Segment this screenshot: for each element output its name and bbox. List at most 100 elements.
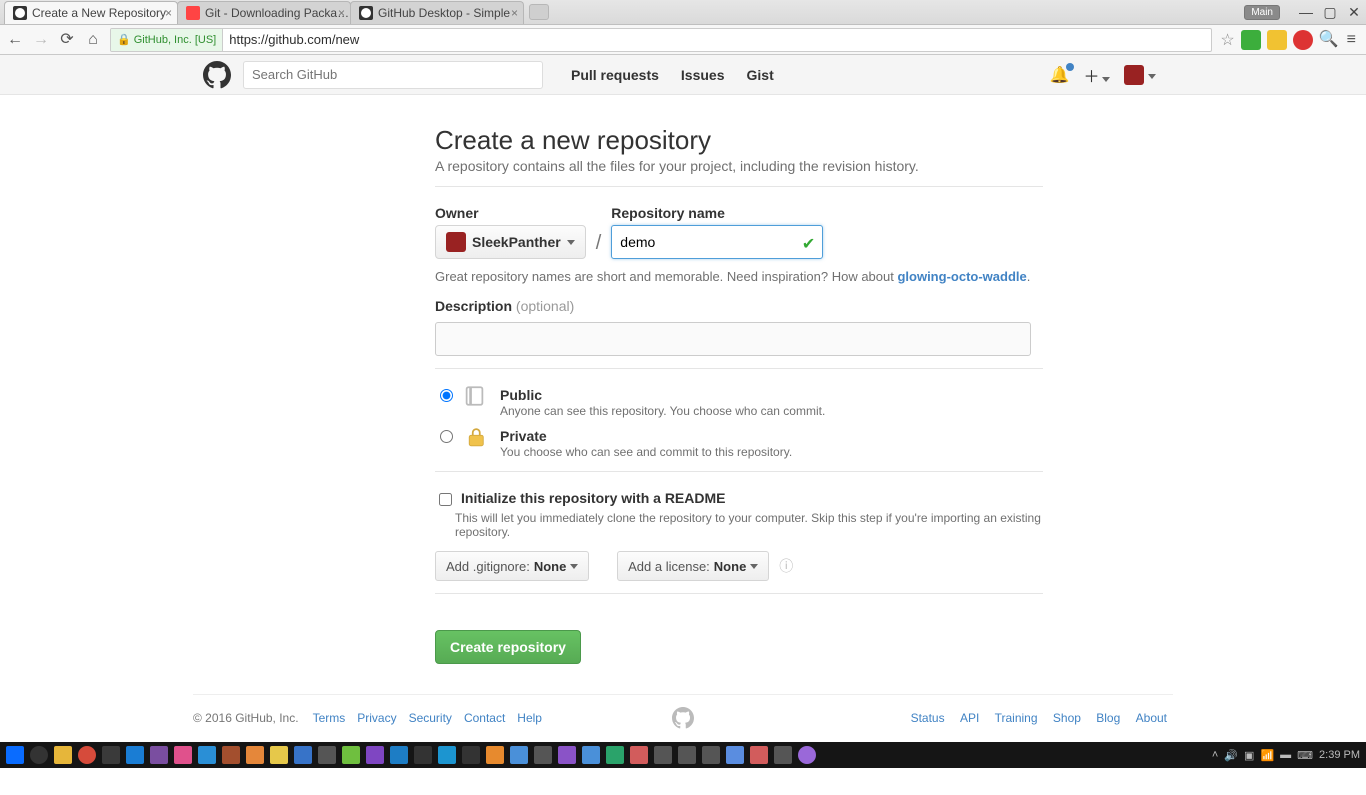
visibility-private-option[interactable]: Private You choose who can see and commi… xyxy=(435,428,1043,459)
taskbar-app-icon[interactable] xyxy=(510,746,528,764)
cortana-icon[interactable] xyxy=(30,746,48,764)
tab-close-icon[interactable]: × xyxy=(338,6,345,20)
window-close-icon[interactable]: ✕ xyxy=(1342,4,1366,21)
taskbar-app-icon[interactable] xyxy=(414,746,432,764)
browser-tab[interactable]: GitHub Desktop - Simple × xyxy=(350,1,524,24)
readme-desc: This will let you immediately clone the … xyxy=(455,511,1043,539)
footer-link[interactable]: Status xyxy=(911,711,945,725)
new-tab-button[interactable] xyxy=(529,4,549,20)
owner-select-button[interactable]: SleekPanther xyxy=(435,225,586,259)
adblock-extension-icon[interactable] xyxy=(1293,30,1313,50)
github-logo-icon[interactable] xyxy=(203,61,231,89)
private-radio[interactable] xyxy=(440,430,453,443)
file-explorer-icon[interactable] xyxy=(54,746,72,764)
taskbar-app-icon[interactable] xyxy=(534,746,552,764)
input-icon[interactable]: ⌨ xyxy=(1297,749,1313,762)
footer-link[interactable]: Shop xyxy=(1053,711,1081,725)
taskbar-app-icon[interactable] xyxy=(486,746,504,764)
site-search-input[interactable] xyxy=(243,61,543,89)
chrome-icon[interactable] xyxy=(78,746,96,764)
taskbar-app-icon[interactable] xyxy=(438,746,456,764)
browser-menu-icon[interactable]: ≡ xyxy=(1343,31,1360,49)
tray-expand-icon[interactable]: ˄ xyxy=(1212,749,1218,761)
readme-option[interactable]: Initialize this repository with a README xyxy=(435,490,1043,509)
clock[interactable]: 2:39 PM xyxy=(1319,749,1360,761)
taskbar-app-icon[interactable] xyxy=(390,746,408,764)
taskbar-app-icon[interactable] xyxy=(342,746,360,764)
address-bar[interactable]: 🔒 GitHub, Inc. [US] https://github.com/n… xyxy=(110,28,1212,52)
taskbar-app-icon[interactable] xyxy=(678,746,696,764)
footer-link[interactable]: Privacy xyxy=(357,711,396,725)
footer-link[interactable]: Security xyxy=(409,711,452,725)
create-repository-button[interactable]: Create repository xyxy=(435,630,581,664)
tab-close-icon[interactable]: × xyxy=(511,6,518,20)
taskbar-app-icon[interactable] xyxy=(174,746,192,764)
start-icon[interactable] xyxy=(6,746,24,764)
forward-icon[interactable]: → xyxy=(32,32,50,48)
browser-tab-active[interactable]: Create a New Repository × xyxy=(4,1,178,24)
taskbar-app-icon[interactable] xyxy=(750,746,768,764)
taskbar-app-icon[interactable] xyxy=(246,746,264,764)
description-input[interactable] xyxy=(435,322,1031,356)
network-icon[interactable]: 📶 xyxy=(1260,749,1274,762)
footer-link[interactable]: Help xyxy=(517,711,542,725)
user-menu[interactable] xyxy=(1117,65,1163,85)
license-dropdown[interactable]: Add a license: None xyxy=(617,551,769,581)
home-icon[interactable]: ⌂ xyxy=(84,32,102,48)
github-logo-icon[interactable] xyxy=(672,707,694,729)
footer-link[interactable]: About xyxy=(1136,711,1167,725)
taskbar-app-icon[interactable] xyxy=(774,746,792,764)
extension-icon[interactable] xyxy=(1267,30,1287,50)
visibility-public-option[interactable]: Public Anyone can see this repository. Y… xyxy=(435,387,1043,418)
search-icon[interactable]: 🔍 xyxy=(1319,32,1337,48)
taskbar-app-icon[interactable] xyxy=(630,746,648,764)
taskbar-app-icon[interactable] xyxy=(558,746,576,764)
footer-link[interactable]: Terms xyxy=(313,711,346,725)
footer-link[interactable]: Blog xyxy=(1096,711,1120,725)
gitignore-dropdown[interactable]: Add .gitignore: None xyxy=(435,551,589,581)
taskbar-app-icon[interactable] xyxy=(222,746,240,764)
windows-taskbar[interactable]: ˄ 🔊 ▣ 📶 ▬ ⌨ 2:39 PM xyxy=(0,742,1366,768)
tab-close-icon[interactable]: × xyxy=(165,6,172,20)
taskbar-app-icon[interactable] xyxy=(726,746,744,764)
taskbar-app-icon[interactable] xyxy=(102,746,120,764)
notifications-bell-icon[interactable]: 🔔 xyxy=(1043,65,1077,85)
taskbar-app-icon[interactable] xyxy=(798,746,816,764)
bookmark-star-icon[interactable]: ☆ xyxy=(1220,30,1234,50)
taskbar-app-icon[interactable] xyxy=(198,746,216,764)
battery-icon[interactable]: ▬ xyxy=(1280,749,1291,761)
browser-tab[interactable]: Git - Downloading Packa… × xyxy=(177,1,351,24)
back-icon[interactable]: ← xyxy=(6,32,24,48)
taskbar-app-icon[interactable] xyxy=(270,746,288,764)
taskbar-app-icon[interactable] xyxy=(126,746,144,764)
suggestion-link[interactable]: glowing-octo-waddle xyxy=(897,269,1026,284)
create-new-menu-icon[interactable]: ＋ xyxy=(1077,63,1117,87)
ssl-lock-chip[interactable]: 🔒 GitHub, Inc. [US] xyxy=(111,29,223,51)
window-maximize-icon[interactable]: ▢ xyxy=(1318,4,1342,21)
system-tray[interactable]: ˄ 🔊 ▣ 📶 ▬ ⌨ 2:39 PM xyxy=(1212,749,1360,762)
nav-pull-requests[interactable]: Pull requests xyxy=(563,67,667,83)
repo-name-input[interactable] xyxy=(611,225,823,259)
taskbar-app-icon[interactable] xyxy=(702,746,720,764)
public-radio[interactable] xyxy=(440,389,453,402)
reload-icon[interactable]: ⟳ xyxy=(58,32,76,48)
taskbar-app-icon[interactable] xyxy=(606,746,624,764)
taskbar-app-icon[interactable] xyxy=(294,746,312,764)
license-info-icon[interactable]: ⓘ xyxy=(779,558,793,574)
extension-icon[interactable] xyxy=(1241,30,1261,50)
taskbar-app-icon[interactable] xyxy=(582,746,600,764)
taskbar-app-icon[interactable] xyxy=(654,746,672,764)
footer-link[interactable]: Training xyxy=(995,711,1038,725)
window-minimize-icon[interactable]: — xyxy=(1294,4,1318,20)
nav-gist[interactable]: Gist xyxy=(739,67,782,83)
taskbar-app-icon[interactable] xyxy=(318,746,336,764)
taskbar-app-icon[interactable] xyxy=(150,746,168,764)
taskbar-app-icon[interactable] xyxy=(366,746,384,764)
readme-checkbox[interactable] xyxy=(439,493,452,506)
volume-icon[interactable]: 🔊 xyxy=(1224,749,1238,762)
nav-issues[interactable]: Issues xyxy=(673,67,733,83)
tray-icon[interactable]: ▣ xyxy=(1244,749,1254,762)
footer-link[interactable]: API xyxy=(960,711,979,725)
taskbar-app-icon[interactable] xyxy=(462,746,480,764)
footer-link[interactable]: Contact xyxy=(464,711,505,725)
